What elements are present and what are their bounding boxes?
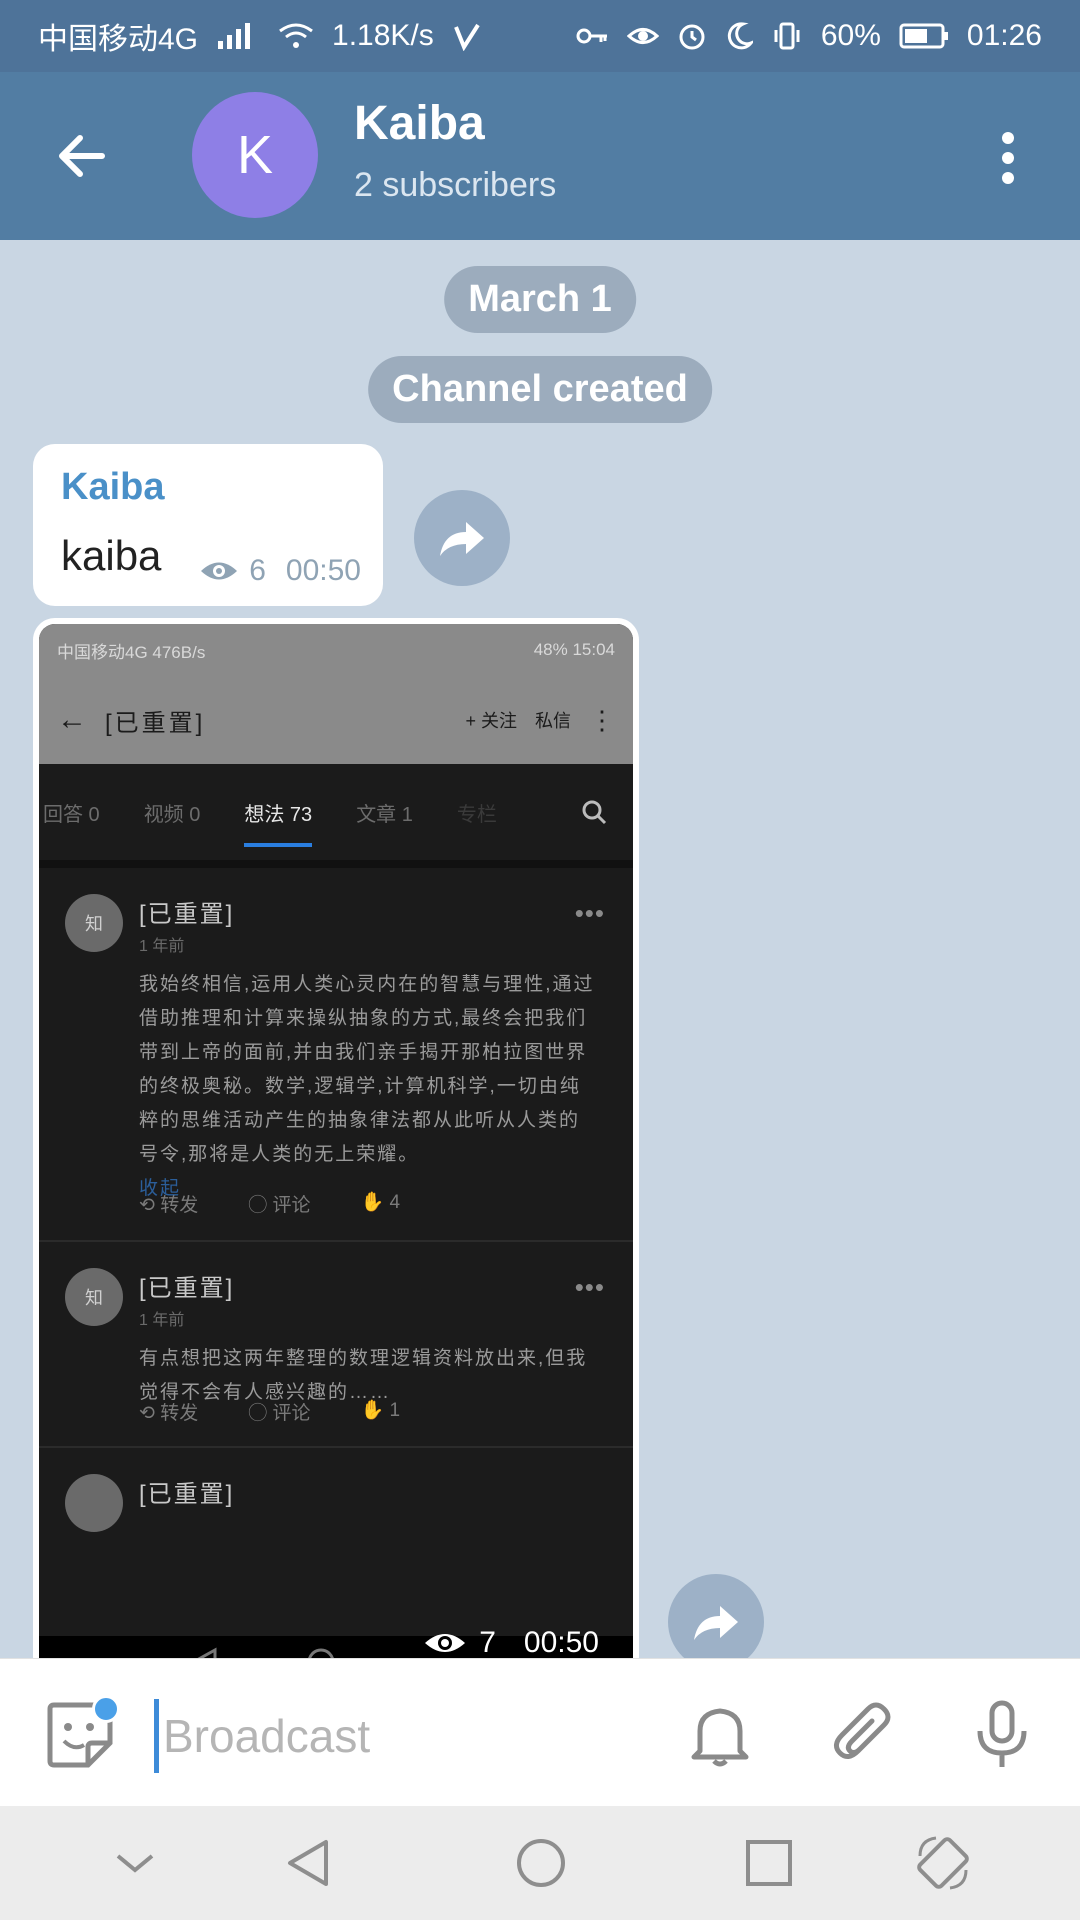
shot-post-author: [已重置] bbox=[139, 1481, 235, 1508]
shot-comment-label: 评论 bbox=[272, 1403, 311, 1424]
shot-status-bar: 中国移动4G 476B/s 48% 15:04 bbox=[39, 624, 633, 676]
message-author[interactable]: Kaiba bbox=[61, 466, 164, 509]
shot-post: [已重置] bbox=[39, 1448, 633, 1532]
screenshot-image[interactable]: 中国移动4G 476B/s 48% 15:04 ← [已重置] + 关注 私信 … bbox=[39, 624, 633, 1658]
clock: 01:26 bbox=[966, 19, 1042, 52]
shot-tab: 回答 0 bbox=[43, 803, 100, 826]
moon-icon bbox=[727, 22, 753, 50]
shot-header: ← [已重置] + 关注 私信 ⋮ bbox=[39, 676, 633, 764]
message-text: kaiba bbox=[61, 532, 162, 579]
chat-area[interactable]: March 1 Channel created Kaiba kaiba 6 00… bbox=[0, 240, 1080, 1658]
shot-post-actions: ⟲ 转发 ◯ 评论 ✋ 1 bbox=[139, 1398, 400, 1425]
shot-post-author: [已重置] bbox=[139, 901, 235, 928]
shot-likes-count: 1 bbox=[389, 1400, 401, 1421]
shot-post: 知 [已重置] 1 年前 ••• 我始终相信,运用人类心灵内在的智慧与理性,通过… bbox=[39, 868, 633, 1242]
shot-tab: 视频 0 bbox=[143, 803, 201, 826]
recents-nav-icon[interactable] bbox=[738, 1832, 800, 1894]
share-button[interactable] bbox=[414, 490, 510, 586]
shot-post-text: 我始终相信,运用人类心灵内在的智慧与理性,通过借助推理和计算来操纵抽象的方式,最… bbox=[139, 974, 595, 1165]
shot-comment: ◯ 评论 bbox=[248, 1403, 311, 1424]
shot-post-body: 我始终相信,运用人类心灵内在的智慧与理性,通过借助推理和计算来操纵抽象的方式,最… bbox=[139, 968, 599, 1206]
attach-icon[interactable] bbox=[828, 1699, 900, 1771]
alarm-icon bbox=[679, 24, 705, 50]
status-bar: 中国移动4G 1.18K/s 60% 01:26 bbox=[0, 0, 1080, 72]
channel-avatar[interactable]: K bbox=[192, 92, 318, 218]
shot-avatar: 知 bbox=[65, 894, 123, 952]
avatar-letter: K bbox=[236, 125, 274, 185]
shot-tabs: 回答 0 视频 0 想法 73 文章 1 专栏 bbox=[39, 764, 633, 868]
shot-post-more-icon: ••• bbox=[574, 898, 605, 928]
check-icon bbox=[453, 23, 480, 51]
shot-repost-label: 转发 bbox=[160, 1403, 199, 1424]
composer-bar bbox=[0, 1658, 1080, 1807]
shot-likes: ✋ 4 bbox=[360, 1192, 401, 1213]
media-view-count: 7 bbox=[479, 1626, 496, 1658]
shot-tab: 专栏 bbox=[456, 803, 497, 826]
battery-icon bbox=[899, 23, 948, 49]
message-time: 00:50 bbox=[285, 554, 361, 587]
key-icon bbox=[576, 28, 607, 44]
media-meta: 7 00:50 bbox=[423, 1626, 599, 1658]
shot-avatar bbox=[65, 1474, 123, 1532]
shot-comment: ◯ 评论 bbox=[248, 1195, 311, 1216]
shot-post-time: 1 年前 bbox=[139, 1312, 185, 1329]
system-nav-bar bbox=[0, 1806, 1080, 1920]
share-button[interactable] bbox=[668, 1574, 764, 1658]
shot-post-more-icon: ••• bbox=[574, 1272, 605, 1302]
battery-percent: 60% bbox=[820, 19, 881, 52]
shot-likes: ✋ 1 bbox=[360, 1400, 401, 1421]
message-meta: 6 00:50 bbox=[199, 554, 361, 588]
message-bubble[interactable]: Kaiba kaiba 6 00:50 bbox=[33, 444, 383, 606]
back-nav-icon[interactable] bbox=[278, 1832, 340, 1894]
shot-comment-label: 评论 bbox=[272, 1195, 311, 1216]
shot-repost-label: 转发 bbox=[160, 1195, 199, 1216]
view-count: 6 bbox=[249, 554, 266, 587]
shot-avatar: 知 bbox=[65, 1268, 123, 1326]
shot-tab-active: 想法 73 bbox=[244, 798, 312, 847]
shot-back-icon: ← bbox=[57, 703, 87, 736]
shot-post-time: 1 年前 bbox=[139, 938, 185, 955]
signal-icon bbox=[218, 23, 251, 49]
shot-likes-count: 4 bbox=[389, 1192, 401, 1213]
channel-title[interactable]: Kaiba bbox=[354, 96, 485, 151]
media-message[interactable]: 中国移动4G 476B/s 48% 15:04 ← [已重置] + 关注 私信 … bbox=[33, 618, 639, 1658]
shot-more-icon: ⋮ bbox=[589, 704, 615, 735]
back-arrow-icon[interactable] bbox=[52, 124, 116, 188]
shot-repost: ⟲ 转发 bbox=[139, 1403, 199, 1424]
bell-icon[interactable] bbox=[684, 1699, 756, 1771]
date-pill: March 1 bbox=[444, 266, 636, 333]
shot-status-right: 48% 15:04 bbox=[533, 640, 615, 659]
more-menu-icon[interactable] bbox=[984, 126, 1032, 190]
share-arrow-icon bbox=[440, 522, 484, 556]
shot-message: 私信 bbox=[535, 711, 571, 731]
service-message: Channel created bbox=[368, 356, 712, 423]
wifi-icon bbox=[279, 23, 313, 48]
notification-dot bbox=[92, 1695, 120, 1723]
vibrate-icon bbox=[774, 22, 800, 50]
media-time: 00:50 bbox=[523, 1626, 599, 1658]
rotate-icon[interactable] bbox=[912, 1832, 974, 1894]
shot-post-actions: ⟲ 转发 ◯ 评论 ✋ 4 bbox=[139, 1190, 400, 1217]
carrier-label: 中国移动4G bbox=[38, 23, 199, 56]
share-arrow-icon bbox=[694, 1606, 738, 1640]
shot-follow: + 关注 bbox=[465, 711, 517, 731]
network-speed: 1.18K/s bbox=[332, 19, 434, 52]
shot-title: [已重置] bbox=[105, 709, 206, 737]
hide-nav-icon[interactable] bbox=[104, 1832, 166, 1894]
views-icon bbox=[201, 562, 238, 580]
shot-status-left: 中国移动4G 476B/s bbox=[57, 642, 206, 662]
shot-post: 知 [已重置] 1 年前 ••• 有点想把这两年整理的数理逻辑资料放出来,但我觉… bbox=[39, 1242, 633, 1448]
shot-repost: ⟲ 转发 bbox=[139, 1195, 199, 1216]
eye-icon bbox=[626, 28, 659, 44]
shot-search-icon bbox=[582, 800, 607, 825]
channel-header: K Kaiba 2 subscribers bbox=[0, 72, 1080, 240]
shot-post-author: [已重置] bbox=[139, 1275, 235, 1302]
views-icon bbox=[425, 1634, 466, 1652]
shot-tab: 文章 1 bbox=[356, 803, 413, 826]
message-input[interactable] bbox=[154, 1699, 685, 1773]
subscriber-count: 2 subscribers bbox=[354, 166, 557, 204]
home-nav-icon[interactable] bbox=[510, 1832, 572, 1894]
microphone-icon[interactable] bbox=[966, 1699, 1038, 1771]
